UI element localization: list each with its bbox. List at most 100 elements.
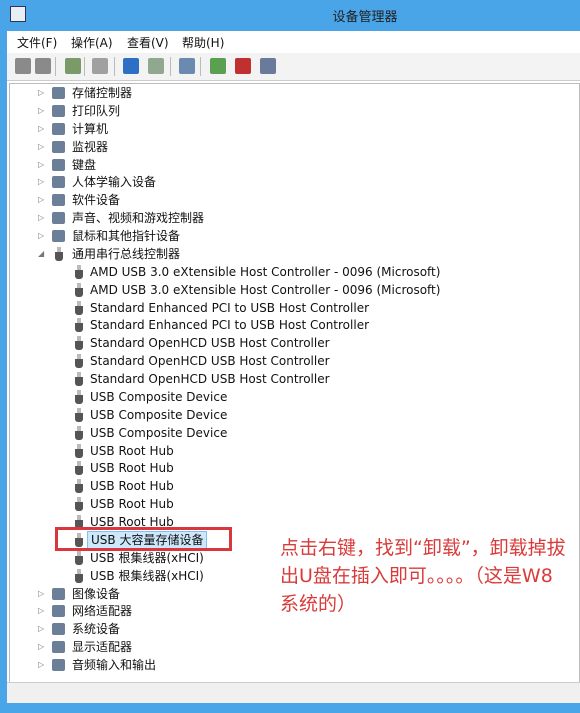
action-pane-button[interactable]: [148, 58, 164, 74]
back-button[interactable]: [15, 58, 31, 74]
expand-arrow-icon[interactable]: ▷: [38, 84, 48, 102]
usb-device-icon: [75, 264, 83, 279]
usb-device-icon: [75, 479, 83, 494]
device-item[interactable]: Standard OpenHCD USB Host Controller: [10, 334, 570, 352]
forward-button[interactable]: [35, 58, 51, 74]
window-border: [0, 31, 7, 703]
properties-button[interactable]: [92, 58, 108, 74]
expand-arrow-icon[interactable]: ▷: [38, 656, 48, 674]
device-item[interactable]: USB Root Hub: [10, 495, 570, 513]
expand-arrow-icon[interactable]: ▷: [38, 102, 48, 120]
category-item[interactable]: ▷ 打印队列: [10, 102, 570, 120]
device-item[interactable]: USB Root Hub: [10, 442, 570, 460]
item-label: 音频输入和输出: [72, 658, 157, 672]
title-bar: 设备管理器: [0, 0, 580, 31]
display-adapter-icon: [52, 641, 65, 654]
category-item[interactable]: ▷ 存储控制器: [10, 84, 570, 102]
device-item[interactable]: USB Root Hub: [10, 477, 570, 495]
menu-action[interactable]: 操作(A): [71, 34, 113, 51]
category-item[interactable]: ▷ 音频输入和输出: [10, 656, 570, 674]
device-item[interactable]: Standard OpenHCD USB Host Controller: [10, 370, 570, 388]
monitor-icon: [52, 140, 65, 153]
device-item[interactable]: AMD USB 3.0 eXtensible Host Controller -…: [10, 263, 570, 281]
category-item[interactable]: ▷ 计算机: [10, 120, 570, 138]
category-item[interactable]: ▷ 软件设备: [10, 191, 570, 209]
usb-device-icon: [75, 407, 83, 422]
disable-button[interactable]: [260, 58, 276, 74]
category-item[interactable]: ▷ 系统设备: [10, 620, 570, 638]
window-border-bottom: [0, 703, 580, 713]
category-item[interactable]: ▷ 键盘: [10, 156, 570, 174]
toolbar-separator: [170, 57, 171, 76]
device-item[interactable]: USB Root Hub: [10, 459, 570, 477]
device-item[interactable]: USB Composite Device: [10, 388, 570, 406]
usb-device-icon: [75, 354, 83, 369]
item-label: 人体学输入设备: [72, 175, 157, 190]
item-label: 键盘: [72, 157, 97, 172]
item-label: 软件设备: [72, 193, 121, 208]
item-label: 计算机: [72, 121, 109, 136]
usb-device-icon: [75, 550, 83, 565]
item-label: 监视器: [72, 139, 109, 154]
show-hide-console-tree-button[interactable]: [65, 58, 81, 74]
toolbar-separator: [84, 57, 85, 76]
usb-device-icon: [75, 372, 83, 386]
help-button[interactable]: [123, 58, 139, 74]
expand-arrow-icon[interactable]: ▷: [38, 191, 48, 209]
expand-arrow-icon[interactable]: ▷: [38, 156, 48, 174]
category-item[interactable]: ▷ 声音、视频和游戏控制器: [10, 209, 570, 227]
system-icon: [52, 623, 65, 636]
hid-icon: [52, 176, 65, 189]
device-item[interactable]: Standard Enhanced PCI to USB Host Contro…: [10, 299, 570, 317]
expand-arrow-icon[interactable]: ▷: [38, 602, 48, 620]
category-item[interactable]: ▷ 显示适配器: [10, 638, 570, 656]
keyboard-icon: [52, 158, 65, 171]
menu-file[interactable]: 文件(F): [17, 34, 57, 51]
update-driver-button[interactable]: [210, 58, 226, 74]
category-item[interactable]: ▷ 鼠标和其他指针设备: [10, 227, 570, 245]
sound-icon: [52, 212, 65, 225]
collapse-arrow-icon[interactable]: ◢: [38, 245, 48, 263]
item-label: USB Root Hub: [90, 479, 174, 494]
item-label: USB Root Hub: [90, 497, 174, 512]
uninstall-button[interactable]: [235, 58, 251, 74]
expand-arrow-icon[interactable]: ▷: [38, 173, 48, 191]
camera-icon: [52, 587, 65, 600]
menu-view[interactable]: 查看(V): [127, 34, 169, 51]
expand-arrow-icon[interactable]: ▷: [38, 138, 48, 156]
window-title: 设备管理器: [332, 10, 398, 25]
item-label: AMD USB 3.0 eXtensible Host Controller -…: [90, 282, 441, 297]
item-label: USB Composite Device: [90, 389, 228, 404]
device-item[interactable]: Standard Enhanced PCI to USB Host Contro…: [10, 316, 570, 334]
usb-device-icon: [75, 425, 83, 440]
scan-hardware-button[interactable]: [179, 58, 195, 74]
device-item[interactable]: USB Composite Device: [10, 406, 570, 424]
expand-arrow-icon[interactable]: ▷: [38, 638, 48, 656]
highlight-box: [55, 527, 232, 551]
device-item[interactable]: Standard OpenHCD USB Host Controller: [10, 352, 570, 370]
usb-device-icon: [75, 497, 83, 512]
item-label: 通用串行总线控制器: [72, 246, 181, 261]
network-icon: [52, 605, 65, 618]
expand-arrow-icon[interactable]: ▷: [38, 120, 48, 138]
menu-bar: 文件(F) 操作(A) 查看(V) 帮助(H): [7, 31, 580, 53]
device-item[interactable]: AMD USB 3.0 eXtensible Host Controller -…: [10, 281, 570, 299]
expand-arrow-icon[interactable]: ▷: [38, 585, 48, 603]
item-label: USB Root Hub: [90, 461, 174, 476]
item-label: USB 根集线器(xHCI): [90, 568, 204, 583]
device-item[interactable]: USB Composite Device: [10, 424, 570, 442]
expand-arrow-icon[interactable]: ▷: [38, 209, 48, 227]
menu-help[interactable]: 帮助(H): [182, 34, 224, 51]
toolbar-separator: [114, 57, 115, 76]
status-bar: [7, 682, 580, 704]
printer-icon: [52, 104, 65, 117]
category-item[interactable]: ◢ 通用串行总线控制器: [10, 245, 570, 263]
category-item[interactable]: ▷ 监视器: [10, 138, 570, 156]
toolbar-separator: [200, 57, 201, 76]
item-label: 系统设备: [72, 622, 121, 637]
expand-arrow-icon[interactable]: ▷: [38, 620, 48, 638]
expand-arrow-icon[interactable]: ▷: [38, 227, 48, 245]
usb-device-icon: [75, 389, 83, 404]
category-item[interactable]: ▷ 人体学输入设备: [10, 173, 570, 191]
item-label: 鼠标和其他指针设备: [72, 229, 181, 243]
